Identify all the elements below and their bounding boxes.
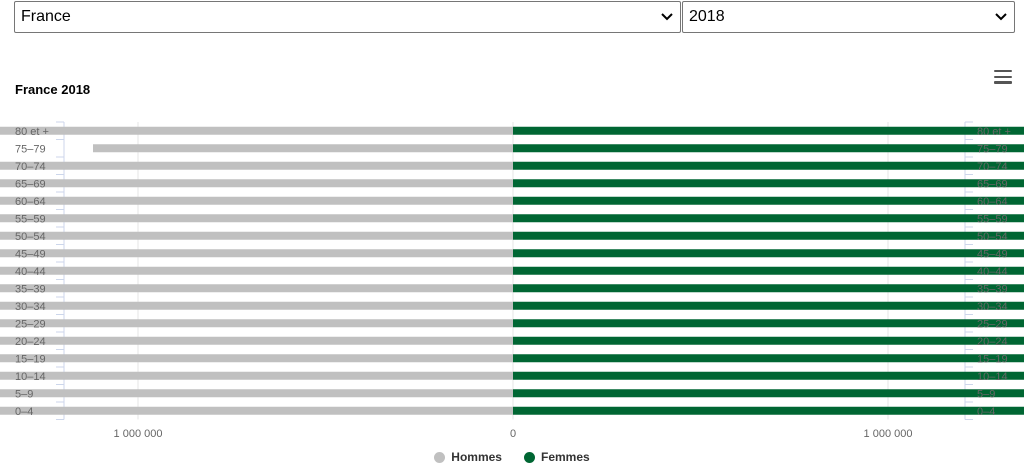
bar-hommes[interactable] [0, 249, 513, 258]
category-label-left: 5–9 [15, 388, 33, 400]
category-label-left: 75–79 [15, 143, 46, 155]
category-label-left: 45–49 [15, 248, 46, 260]
bar-hommes[interactable] [0, 284, 513, 293]
bar-femmes[interactable] [513, 389, 1024, 398]
bar-femmes[interactable] [513, 249, 1024, 258]
category-label-left: 80 et + [15, 126, 49, 138]
bar-femmes[interactable] [513, 144, 1024, 153]
bar-hommes[interactable] [0, 371, 513, 380]
bar-femmes[interactable] [513, 266, 1024, 275]
bar-femmes[interactable] [513, 371, 1024, 380]
category-label-left: 25–29 [15, 318, 46, 330]
bar-hommes[interactable] [93, 144, 513, 153]
bar-hommes[interactable] [0, 319, 513, 328]
category-label-left: 20–24 [15, 336, 46, 348]
category-label-right: 50–54 [977, 231, 1008, 243]
category-label-right: 15–19 [977, 353, 1008, 365]
bar-hommes[interactable] [0, 336, 513, 345]
legend: Hommes Femmes [0, 450, 1024, 464]
category-label-right: 30–34 [977, 301, 1008, 313]
bar-femmes[interactable] [513, 406, 1024, 415]
bars [0, 126, 1024, 415]
category-label-left: 35–39 [15, 283, 46, 295]
category-label-right: 60–64 [977, 196, 1008, 208]
bar-femmes[interactable] [513, 161, 1024, 170]
bar-femmes[interactable] [513, 214, 1024, 223]
category-label-right: 65–69 [977, 178, 1008, 190]
bar-hommes[interactable] [0, 266, 513, 275]
legend-marker-hommes [434, 451, 446, 463]
category-label-right: 25–29 [977, 318, 1008, 330]
category-label-left: 0–4 [15, 406, 33, 418]
category-label-left: 30–34 [15, 301, 46, 313]
bar-hommes[interactable] [0, 354, 513, 363]
bar-hommes[interactable] [0, 389, 513, 398]
category-label-right: 70–74 [977, 161, 1008, 173]
category-label-left: 55–59 [15, 213, 46, 225]
category-label-right: 35–39 [977, 283, 1008, 295]
category-label-left: 40–44 [15, 266, 46, 278]
bar-femmes[interactable] [513, 319, 1024, 328]
category-label-right: 55–59 [977, 213, 1008, 225]
bar-femmes[interactable] [513, 301, 1024, 310]
category-label-left: 10–14 [15, 371, 46, 383]
category-label-right: 10–14 [977, 371, 1008, 383]
x-tick-labels: 3 000 0002 000 0001 000 00001 000 0002 0… [114, 428, 913, 440]
bar-hommes[interactable] [0, 179, 513, 188]
population-pyramid-chart: 80 et + 80 et + 75–79 75–79 70–74 70–74 65–69 6… [0, 121, 1024, 440]
bar-hommes[interactable] [0, 214, 513, 223]
bar-femmes[interactable] [513, 231, 1024, 240]
category-label-left: 70–74 [15, 161, 46, 173]
category-label-right: 0–4 [977, 406, 995, 418]
bar-femmes[interactable] [513, 284, 1024, 293]
x-tick-label: 1 000 000 [864, 428, 913, 440]
category-label-right: 20–24 [977, 336, 1008, 348]
legend-item-hommes[interactable]: Hommes [434, 450, 502, 464]
bar-femmes[interactable] [513, 179, 1024, 188]
legend-marker-femmes [523, 451, 535, 463]
x-tick-label: 0 [510, 428, 516, 440]
category-label-left: 15–19 [15, 353, 46, 365]
bar-hommes[interactable] [0, 231, 513, 240]
bar-hommes[interactable] [0, 196, 513, 205]
category-label-right: 5–9 [977, 388, 995, 400]
category-label-right: 40–44 [977, 266, 1008, 278]
bar-hommes[interactable] [0, 161, 513, 170]
category-label-left: 50–54 [15, 231, 46, 243]
category-label-right: 75–79 [977, 143, 1008, 155]
legend-label-hommes: Hommes [451, 450, 502, 464]
bar-femmes[interactable] [513, 354, 1024, 363]
category-label-left: 65–69 [15, 178, 46, 190]
bar-hommes[interactable] [0, 406, 513, 415]
bar-hommes[interactable] [0, 301, 513, 310]
legend-item-femmes[interactable]: Femmes [523, 450, 590, 464]
bar-femmes[interactable] [513, 126, 1024, 135]
bar-femmes[interactable] [513, 336, 1024, 345]
x-tick-label: 1 000 000 [114, 428, 163, 440]
category-label-left: 60–64 [15, 196, 46, 208]
legend-label-femmes: Femmes [540, 450, 590, 464]
category-label-right: 45–49 [977, 248, 1008, 260]
bar-femmes[interactable] [513, 196, 1024, 205]
bar-hommes[interactable] [0, 126, 513, 135]
category-label-right: 80 et + [977, 126, 1011, 138]
